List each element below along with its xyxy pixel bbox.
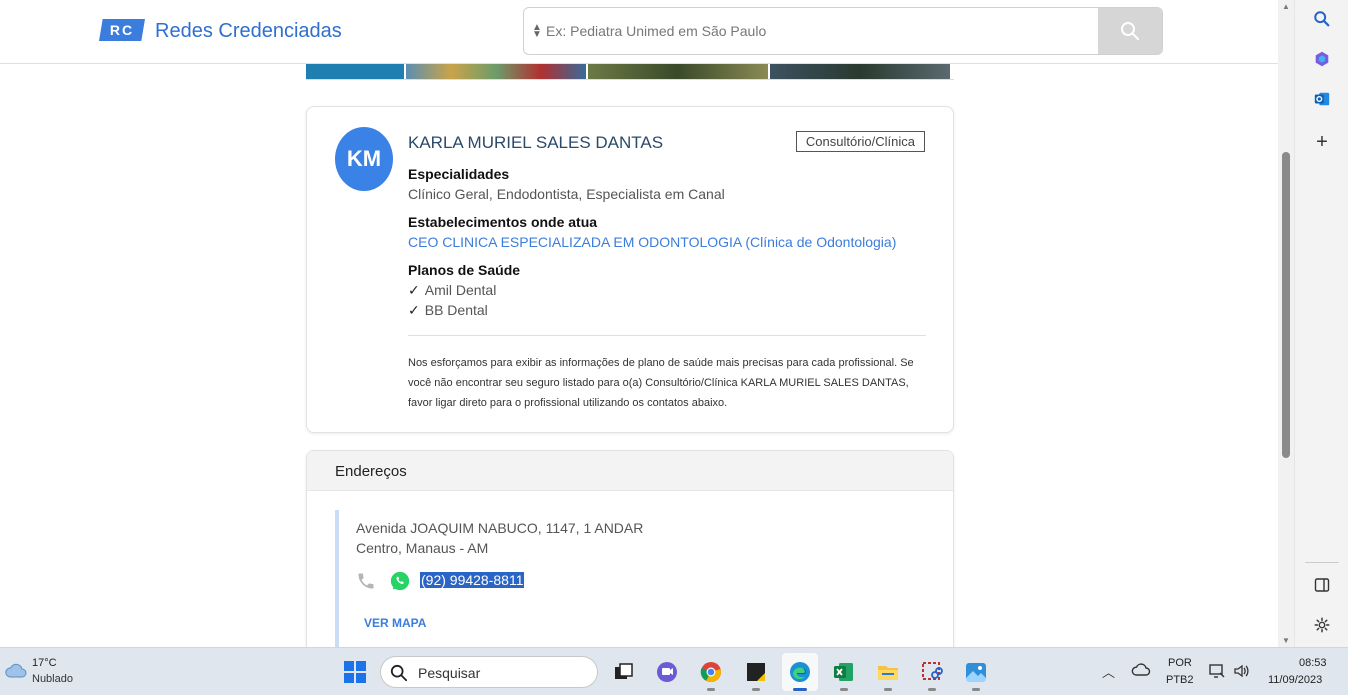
chrome-icon[interactable] <box>698 659 724 691</box>
running-indicator <box>840 688 848 691</box>
photos-icon[interactable] <box>963 659 989 691</box>
scroll-down-icon[interactable]: ▼ <box>1282 636 1290 645</box>
keyboard-layout[interactable]: PTB2 <box>1166 674 1194 686</box>
plans-title: Planos de Saúde <box>408 262 521 278</box>
chevron-up-icon[interactable]: ︿ <box>1102 662 1115 681</box>
taskbar-search-label: Pesquisar <box>418 665 481 681</box>
teams-chat-icon[interactable] <box>654 659 680 685</box>
snipping-tool-icon[interactable] <box>919 659 945 691</box>
network-icon[interactable] <box>1208 662 1226 680</box>
excel-icon[interactable] <box>831 659 857 691</box>
provider-type-badge: Consultório/Clínica <box>795 131 925 152</box>
addresses-card: Endereços Avenida JOAQUIM NABUCO, 1147, … <box>306 450 954 647</box>
search-icon <box>390 664 408 682</box>
plan-item: ✓ Amil Dental <box>408 282 497 298</box>
onedrive-icon[interactable] <box>1131 662 1151 678</box>
running-indicator <box>972 688 980 691</box>
establishments-title: Estabelecimentos onde atua <box>408 214 598 230</box>
gallery-thumb[interactable] <box>770 64 950 79</box>
gallery-thumb[interactable] <box>406 64 586 79</box>
browser-viewport: RC Redes Credenciadas ▲▼ KM KARLA MURIEL… <box>0 0 1294 647</box>
plan-item: ✓ BB Dental <box>408 302 488 318</box>
clock-time[interactable]: 08:53 <box>1299 657 1327 669</box>
settings-icon[interactable] <box>1312 615 1332 635</box>
windows-start-button[interactable] <box>344 661 366 683</box>
notes-app-icon[interactable] <box>743 659 769 691</box>
search-icon[interactable] <box>1312 9 1332 29</box>
taskbar-search[interactable]: Pesquisar <box>380 656 598 688</box>
search-input[interactable] <box>532 8 1092 54</box>
phone-number[interactable]: (92) 99428-8811 <box>420 572 525 588</box>
copilot-icon[interactable] <box>1312 49 1332 69</box>
gallery-thumb[interactable] <box>306 64 404 79</box>
weather-condition[interactable]: Nublado <box>32 673 73 685</box>
establishment-link[interactable]: CEO CLINICA ESPECIALIZADA EM ODONTOLOGIA… <box>408 234 896 250</box>
outlook-icon[interactable] <box>1312 89 1332 109</box>
taskbar: 17°C Nublado Pesquisar ︿ POR PTB2 08:53 … <box>0 647 1348 695</box>
addresses-header: Endereços <box>307 451 953 491</box>
view-map-link[interactable]: VER MAPA <box>364 616 426 630</box>
sidebar-divider <box>1305 562 1339 563</box>
clock-date[interactable]: 11/09/2023 <box>1268 674 1322 686</box>
running-indicator <box>793 688 807 691</box>
file-explorer-icon[interactable] <box>875 659 901 691</box>
edge-icon[interactable] <box>787 659 813 691</box>
search-button[interactable] <box>1098 8 1162 54</box>
address-city: Centro, Manaus - AM <box>356 540 489 556</box>
sidebar-toggle-icon[interactable] <box>1312 575 1332 595</box>
gallery-thumb[interactable] <box>588 64 768 79</box>
input-language[interactable]: POR <box>1168 657 1192 669</box>
addresses-title: Endereços <box>335 463 407 480</box>
site-header: RC Redes Credenciadas ▲ ▼ <box>0 0 1278 64</box>
check-icon: ✓ <box>408 282 420 298</box>
weather-temp[interactable]: 17°C <box>32 657 57 669</box>
logo-text[interactable]: Redes Credenciadas <box>155 20 342 43</box>
phone-icon[interactable] <box>356 571 376 591</box>
browser-sidebar: + <box>1294 0 1348 647</box>
check-icon: ✓ <box>408 302 420 318</box>
specialties-title: Especialidades <box>408 166 510 182</box>
task-view-icon[interactable] <box>611 659 637 685</box>
address-street: Avenida JOAQUIM NABUCO, 1147, 1 ANDAR <box>356 520 644 536</box>
provider-card: KM KARLA MURIEL SALES DANTAS Consultório… <box>306 106 954 433</box>
logo-badge[interactable]: RC <box>99 19 145 41</box>
scroll-up-icon[interactable]: ▲ <box>1282 2 1290 11</box>
address-block: Avenida JOAQUIM NABUCO, 1147, 1 ANDAR Ce… <box>335 510 925 647</box>
provider-name: KARLA MURIEL SALES DANTAS <box>408 133 664 152</box>
running-indicator <box>928 688 936 691</box>
cloud-icon[interactable] <box>4 660 28 680</box>
whatsapp-icon[interactable] <box>389 570 411 592</box>
specialties-text: Clínico Geral, Endodontista, Especialist… <box>408 186 725 202</box>
running-indicator <box>884 688 892 691</box>
photo-gallery <box>306 64 954 80</box>
page-scrollbar[interactable]: ▲ ▼ <box>1278 0 1294 647</box>
add-icon[interactable]: + <box>1312 131 1332 153</box>
volume-icon[interactable] <box>1233 662 1251 680</box>
avatar: KM <box>335 127 393 191</box>
search-box: ▲ ▼ <box>523 7 1163 55</box>
running-indicator <box>707 688 715 691</box>
search-icon <box>1121 22 1139 40</box>
divider <box>408 335 926 336</box>
running-indicator <box>752 688 760 691</box>
plan-disclaimer: Nos esforçamos para exibir as informaçõe… <box>408 357 914 409</box>
scroll-thumb[interactable] <box>1282 152 1290 458</box>
